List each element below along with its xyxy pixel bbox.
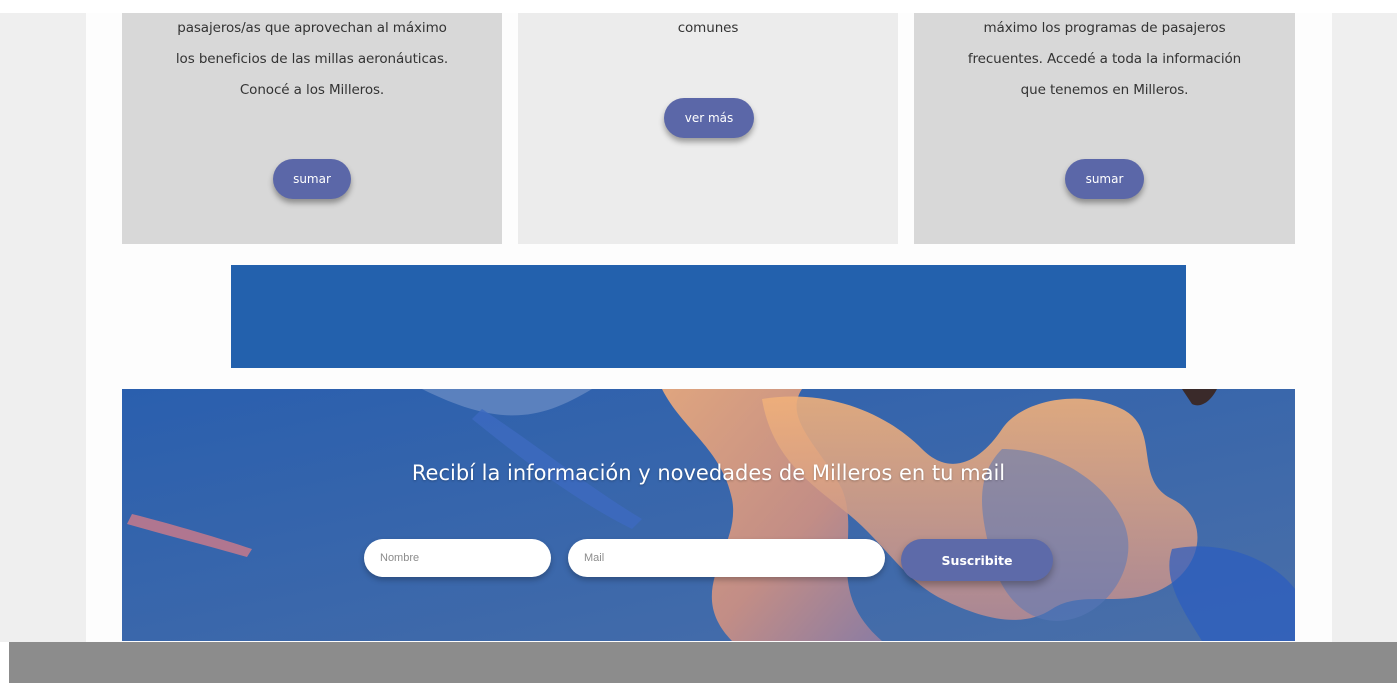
- card-text: pasajeros/as que aprovechan al máximo lo…: [132, 13, 492, 106]
- card-text: comunes: [528, 13, 888, 44]
- mail-input[interactable]: [568, 539, 885, 577]
- bottom-overlay-bar: [9, 642, 1397, 683]
- card-text-line: máximo los programas de pasajeros: [983, 20, 1226, 36]
- blue-banner: [231, 265, 1186, 368]
- newsletter-background-art: [122, 389, 1295, 641]
- card-text-line: pasajeros/as que aprovechan al máximo: [177, 20, 447, 36]
- card-text-line: frecuentes. Accedé a toda la información: [967, 51, 1242, 67]
- newsletter-title: Recibí la información y novedades de Mil…: [411, 461, 1006, 485]
- card-milleros: pasajeros/as que aprovechan al máximo lo…: [122, 13, 502, 244]
- card-programas: máximo los programas de pasajeros frecue…: [914, 13, 1295, 244]
- card-text: máximo los programas de pasajeros frecue…: [924, 13, 1285, 106]
- suscribite-button[interactable]: Suscribite: [901, 539, 1053, 581]
- card-text-line: comunes: [677, 20, 739, 36]
- card-text-line: que tenemos en Milleros.: [1020, 82, 1189, 98]
- card-comunes: comunes ver más: [518, 13, 898, 244]
- card-text-line: los beneficios de las millas aeronáutica…: [175, 51, 449, 67]
- ver-mas-button[interactable]: ver más: [664, 98, 754, 138]
- top-strip: [0, 0, 1397, 13]
- nombre-input[interactable]: [364, 539, 551, 577]
- card-text-line: Conocé a los Milleros.: [239, 82, 385, 98]
- newsletter-section: Recibí la información y novedades de Mil…: [122, 389, 1295, 641]
- left-gutter: [0, 642, 9, 683]
- sumar-button[interactable]: sumar: [273, 159, 351, 199]
- sumar-button[interactable]: sumar: [1065, 159, 1144, 199]
